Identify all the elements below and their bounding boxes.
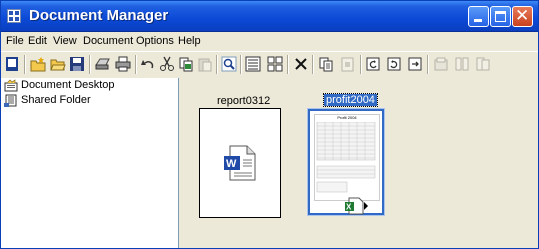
tree-item-label: Shared Folder [21,94,91,106]
toolbar-separator [135,55,137,74]
rotate-right-icon [387,57,401,71]
rotate-left-button[interactable] [364,55,382,73]
menu-help[interactable]: Help [178,35,201,47]
toolbar-separator [89,55,91,74]
minimize-icon [474,19,482,22]
page-paste-icon [341,57,354,72]
document-name[interactable]: report0312 [217,95,270,107]
toolbar [1,51,538,79]
word-doc-icon: W [224,145,256,181]
cut-icon [160,56,174,71]
delete-button[interactable] [292,55,310,73]
desktop-icon [4,78,18,92]
save-icon [70,57,84,71]
scan-icon [95,58,110,70]
print-button[interactable] [114,55,132,73]
app-window: Document Manager ✕ File Edit View Docume… [0,0,539,249]
copy-button[interactable] [177,55,195,73]
search-button[interactable] [220,55,238,73]
menu-edit[interactable]: Edit [28,35,47,47]
stack-icon [434,57,448,71]
delete-icon [295,58,307,70]
app-icon [7,9,21,23]
merge-button[interactable] [474,55,492,73]
close-button[interactable]: ✕ [512,6,533,27]
page-insert-button[interactable] [406,55,424,73]
minimize-button[interactable] [468,6,489,27]
paste-button[interactable] [196,55,214,73]
save-button[interactable] [68,55,86,73]
document-area: report0312 W profit2004 Profit 2004 X [183,78,538,248]
window-title: Document Manager [29,7,169,24]
new-doc-button[interactable] [3,55,21,73]
open-folder-icon [50,59,66,71]
merge-icon [476,57,490,71]
undo-button[interactable] [139,55,157,73]
svg-text:X: X [346,203,352,212]
details-view-icon [245,56,261,72]
split-icon [455,57,469,71]
document-name-selected[interactable]: profit2004 [323,93,378,107]
maximize-icon [495,11,506,22]
maximize-button[interactable] [490,6,511,27]
tree-item-document-desktop[interactable]: Document Desktop [4,78,115,92]
toolbar-separator [24,55,26,74]
tree-item-shared-folder[interactable]: Shared Folder [4,93,91,107]
new-doc-icon [6,57,18,71]
page-copy-button[interactable] [317,55,335,73]
tree-item-label: Document Desktop [21,79,115,91]
paste-icon [198,58,212,72]
folder-tree: Document Desktop Shared Folder [1,78,179,248]
page-paste-button[interactable] [339,55,357,73]
menu-document[interactable]: Document [83,35,133,47]
new-folder-button[interactable] [29,55,47,73]
shared-folder-icon [4,94,18,107]
rotate-right-button[interactable] [385,55,403,73]
menu-bar: File Edit View Document Options Help [1,32,538,50]
preview-title: Profit 2004 [337,115,357,120]
search-icon [221,56,237,72]
undo-icon [141,60,154,69]
title-bar[interactable]: Document Manager ✕ [1,1,538,32]
menu-view[interactable]: View [53,35,77,47]
stack-button[interactable] [432,55,450,73]
menu-file[interactable]: File [6,35,24,47]
split-button[interactable] [453,55,471,73]
toolbar-separator [216,55,218,74]
menu-options[interactable]: Options [136,35,174,47]
close-icon: ✕ [515,6,530,26]
document-thumbnail-profit2004[interactable]: Profit 2004 X [307,108,385,216]
new-folder-icon [30,57,46,72]
spreadsheet-grid [316,122,376,193]
cut-button[interactable] [158,55,176,73]
page-copy-icon [319,57,333,72]
toolbar-separator [427,55,429,74]
print-icon [115,56,131,72]
copy-icon [179,57,193,72]
thumbnails-view-button[interactable] [266,55,284,73]
toolbar-separator [360,55,362,74]
details-view-button[interactable] [244,55,262,73]
toolbar-separator [240,55,242,74]
excel-doc-icon: X [345,197,368,215]
rotate-left-icon [366,57,380,71]
svg-text:W: W [226,158,237,170]
page-insert-icon [408,57,422,71]
toolbar-separator [312,55,314,74]
scan-button[interactable] [94,55,112,73]
thumbnails-view-icon [267,56,283,72]
document-thumbnail-report0312[interactable]: W [199,108,281,218]
open-folder-button[interactable] [49,55,67,73]
toolbar-separator [287,55,289,74]
spreadsheet-preview: Profit 2004 [314,114,380,201]
